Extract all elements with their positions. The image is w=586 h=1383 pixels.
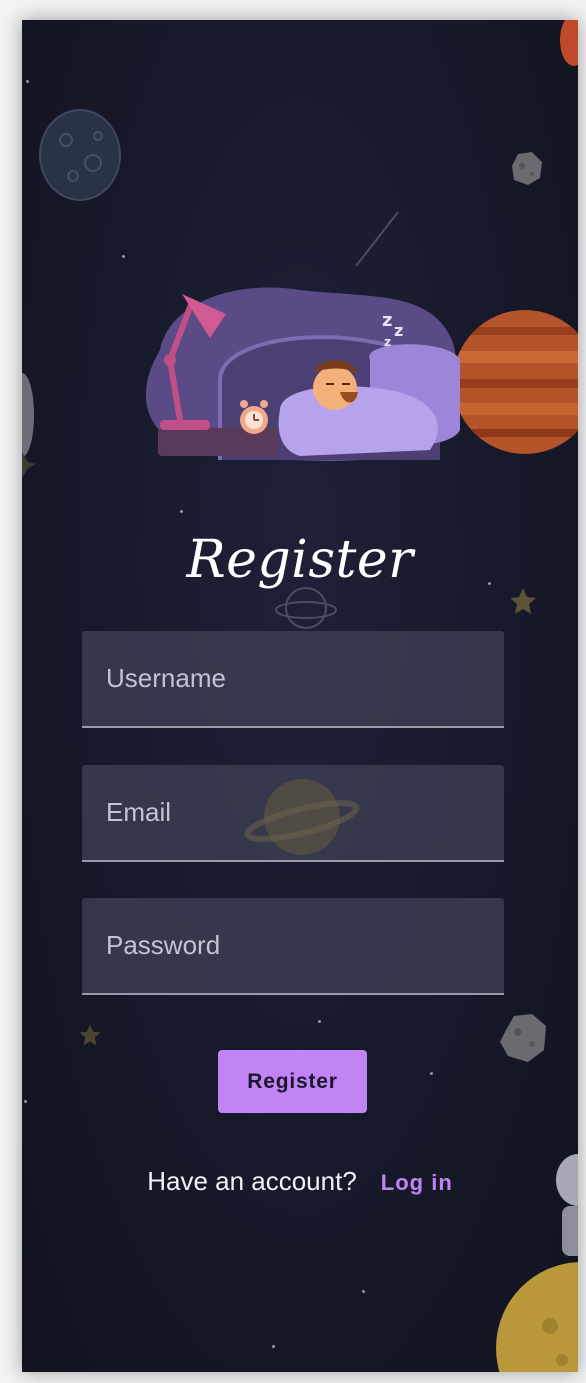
star-dot [26,80,29,83]
star-dot [362,1290,365,1293]
email-field[interactable] [82,765,504,862]
moon-icon [39,109,121,201]
planet-icon [22,373,34,457]
star-icon [22,452,36,478]
login-prompt-row: Have an account? Log in [22,1166,578,1197]
register-button[interactable]: Register [218,1050,367,1113]
svg-text:z: z [394,321,403,340]
star-icon [510,588,536,614]
device-frame: z z z Register Username Email Register H… [0,0,586,1383]
asteroid-icon [500,1014,546,1062]
star-dot [272,1345,275,1348]
username-field[interactable] [82,631,504,728]
password-input[interactable] [82,898,504,993]
password-field[interactable] [82,898,504,995]
star-dot [180,510,183,513]
asteroid-icon [512,152,542,185]
email-input[interactable] [82,765,504,860]
planet-icon [496,1262,578,1372]
planet-icon [560,20,578,66]
register-screen: z z z Register Username Email Register H… [22,20,578,1372]
star-dot [122,255,125,258]
svg-text:z: z [382,310,392,331]
star-icon [79,1024,101,1046]
username-input[interactable] [82,631,504,726]
star-dot [430,1072,433,1075]
star-dot [318,1020,321,1023]
star-dot [24,1100,27,1103]
page-title: Register [186,530,414,590]
svg-text:z: z [384,335,391,349]
login-link[interactable]: Log in [381,1170,453,1195]
sleeping-person-illustration: z z z [145,287,460,462]
have-account-text: Have an account? [147,1166,357,1196]
